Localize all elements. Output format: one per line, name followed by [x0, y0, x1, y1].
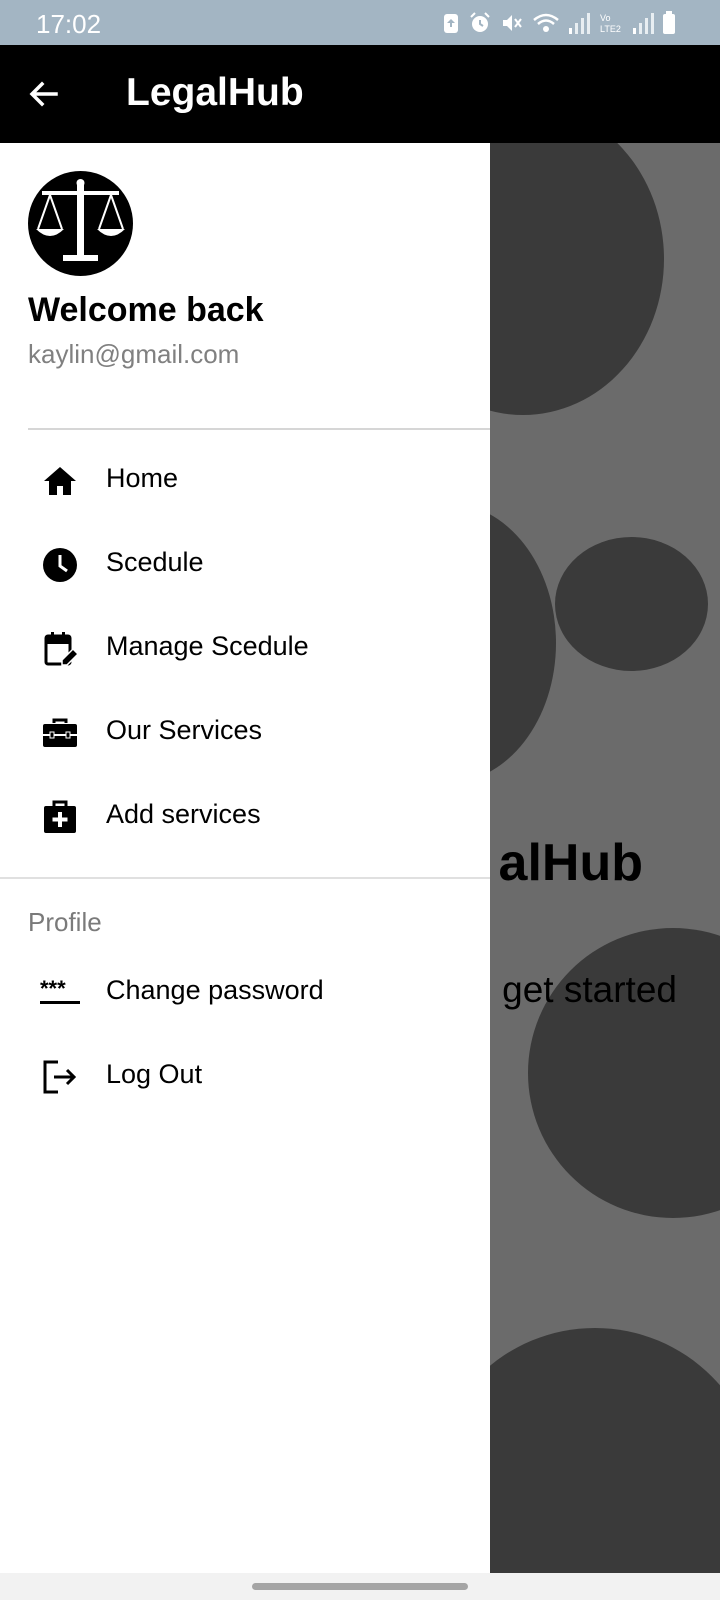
menu-item-label: Log Out [106, 1059, 203, 1089]
profile-section-label: Profile [28, 907, 102, 937]
alarm-icon [470, 12, 490, 32]
status-bar: 17:02 Vo LTE2 [0, 0, 720, 45]
gesture-handle[interactable] [252, 1583, 468, 1590]
arrow-back-icon [29, 81, 58, 107]
mute-icon [503, 15, 522, 31]
logout-icon [43, 1060, 77, 1094]
divider [0, 877, 490, 879]
scales-of-justice-icon [36, 179, 125, 261]
menu-item-our-services[interactable]: Our Services [0, 691, 490, 771]
signal-icon [569, 13, 590, 34]
menu-item-change-password[interactable]: *** Change password [0, 951, 490, 1031]
status-icons: Vo LTE2 [442, 11, 676, 35]
menu-item-manage-scedule[interactable]: Manage Scedule [0, 607, 490, 687]
clock-icon [43, 548, 77, 582]
battery-icon [663, 11, 675, 34]
menu-item-label: Change password [106, 975, 324, 1005]
signal-icon [633, 13, 654, 34]
svg-text:LTE2: LTE2 [600, 24, 621, 34]
app-title: LegalHub [126, 71, 304, 114]
menu-item-label: Our Services [106, 715, 263, 745]
decorative-circle [555, 537, 708, 671]
menu-item-label: Home [106, 463, 179, 493]
user-email: kaylin@gmail.com [28, 339, 240, 369]
menu-item-label: Manage Scedule [106, 631, 309, 661]
menu-item-home[interactable]: Home [0, 439, 490, 519]
volte-icon: VoLTE2 [600, 13, 621, 34]
status-time: 17:02 [36, 9, 102, 39]
upload-icon [444, 14, 458, 33]
wifi-icon [533, 13, 559, 32]
menu-item-label: Add services [106, 799, 261, 829]
system-nav-bar [0, 1573, 720, 1600]
svg-text:***: *** [40, 976, 66, 1001]
svg-text:Vo: Vo [600, 13, 611, 23]
menu-item-log-out[interactable]: Log Out [0, 1035, 490, 1115]
medical-bag-add-icon [44, 800, 76, 833]
calendar-edit-icon [44, 632, 80, 666]
back-button[interactable] [22, 72, 66, 116]
menu-item-add-services[interactable]: Add services [0, 775, 490, 855]
welcome-text: Welcome back [28, 291, 264, 329]
menu-item-scedule[interactable]: Scedule [0, 523, 490, 603]
home-icon [44, 467, 76, 495]
navigation-drawer: Welcome back kaylin@gmail.com Home Scedu… [0, 143, 490, 1573]
divider [28, 428, 490, 430]
password-icon: *** [40, 976, 80, 1004]
avatar [28, 171, 133, 276]
briefcase-icon [43, 718, 77, 747]
app-bar: LegalHub [0, 45, 720, 143]
menu-item-label: Scedule [106, 547, 204, 577]
